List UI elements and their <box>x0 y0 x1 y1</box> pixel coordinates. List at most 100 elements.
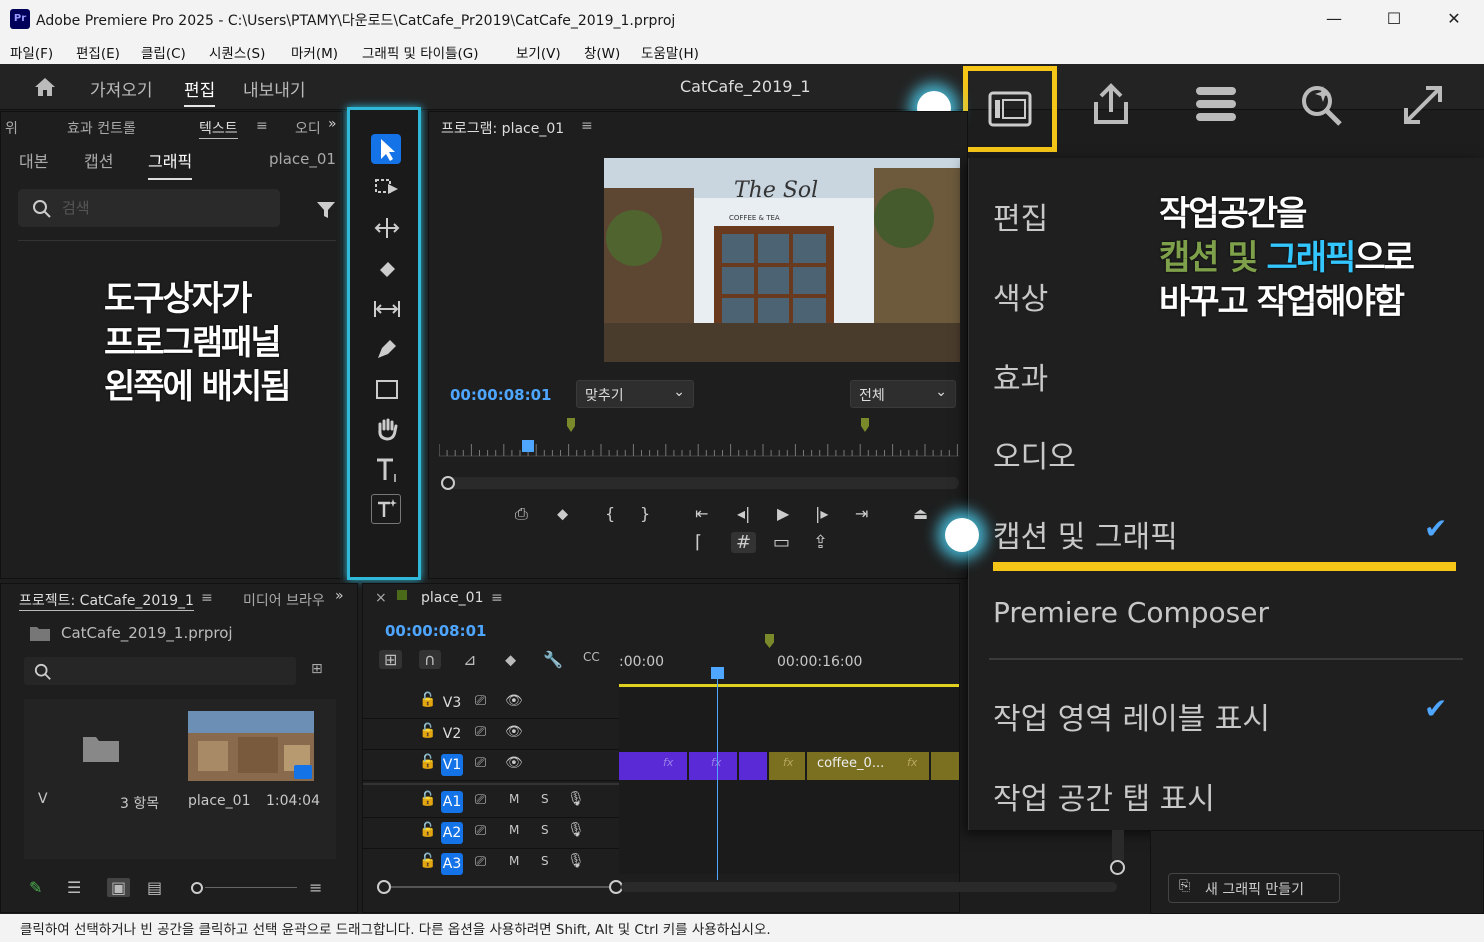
workspace-item-color[interactable]: 색상 <box>993 274 1048 318</box>
scroll-handle[interactable] <box>377 880 391 894</box>
workspaces-button[interactable] <box>963 66 1057 152</box>
slider-handle[interactable] <box>191 882 203 894</box>
tab-partial[interactable]: 위 <box>5 118 18 138</box>
vertical-scroll[interactable] <box>1110 830 1126 876</box>
video-clip-coffee[interactable]: coffee_0... fx <box>807 752 929 780</box>
panel-menu-icon[interactable]: ≡ <box>256 118 268 134</box>
list-view-icon[interactable]: ☰ <box>67 878 81 897</box>
tab-import[interactable]: 가져오기 <box>90 76 153 101</box>
video-clip[interactable]: fx <box>689 752 737 780</box>
mark-out-icon[interactable]: } <box>640 504 650 523</box>
workspace-item-captions-graphics[interactable]: 캡션 및 그래픽 <box>993 512 1178 556</box>
search-field[interactable]: 검색 <box>18 189 280 227</box>
mute-button[interactable]: M <box>509 854 519 868</box>
mic-icon[interactable]: 🎙 <box>567 791 585 807</box>
lock-icon[interactable]: 🔓 <box>419 754 436 770</box>
lock-icon[interactable]: 🔓 <box>419 853 436 869</box>
track-label[interactable]: A2 <box>441 822 463 844</box>
tab-export[interactable]: 내보내기 <box>243 76 306 101</box>
zoom-slider[interactable] <box>191 882 301 894</box>
quality-dropdown[interactable]: 전체 ⌄ <box>850 380 956 408</box>
tab-edit[interactable]: 편집 <box>184 76 216 107</box>
option-show-labels[interactable]: 작업 영역 레이블 표시 <box>993 694 1270 738</box>
linked-selection-icon[interactable]: ⊿ <box>463 650 476 669</box>
mic-icon[interactable]: 🎙 <box>567 822 585 838</box>
razor-tool-icon[interactable] <box>374 256 400 282</box>
solo-button[interactable]: S <box>541 792 549 806</box>
track-label[interactable]: V2 <box>441 723 463 745</box>
menu-graphics[interactable]: 그래픽 및 타이틀(G) <box>362 42 479 62</box>
new-bin-icon[interactable]: ⊞ <box>311 661 323 677</box>
option-show-tabs[interactable]: 작업 공간 탭 표시 <box>993 774 1215 818</box>
scroll-handle[interactable] <box>441 476 455 490</box>
quick-actions-icon[interactable] <box>1192 84 1240 128</box>
pencil-icon[interactable]: ✎ <box>29 878 42 897</box>
sync-lock-icon[interactable]: ⎚ <box>475 755 486 771</box>
scroll-handle[interactable] <box>1110 860 1125 875</box>
lift-icon[interactable]: ⏏ <box>913 504 928 523</box>
panel-menu-icon[interactable]: ≡ <box>201 590 213 606</box>
tracks-area[interactable]: fx fx fx coffee_0... fx <box>619 667 959 880</box>
rectangle-tool-icon[interactable] <box>374 378 400 402</box>
track-label[interactable]: A3 <box>441 853 463 875</box>
solo-button[interactable]: S <box>541 823 549 837</box>
close-button[interactable]: ✕ <box>1434 4 1474 34</box>
step-forward-icon[interactable]: |▸ <box>815 504 828 523</box>
search-sparkle-icon[interactable] <box>1298 82 1344 132</box>
video-clip[interactable] <box>739 752 767 780</box>
grid-icon[interactable]: # <box>731 532 757 553</box>
fullscreen-icon[interactable] <box>1400 82 1446 132</box>
new-graphic-button[interactable]: ⎘ 새 그래픽 만들기 <box>1168 873 1340 903</box>
sync-lock-icon[interactable]: ⎚ <box>475 792 486 808</box>
track-label[interactable]: V3 <box>441 692 463 714</box>
timeline-hscroll[interactable] <box>377 880 623 894</box>
mark-in-icon[interactable]: { <box>605 504 615 523</box>
subtab-captions[interactable]: 캡션 <box>84 148 113 172</box>
mute-button[interactable]: M <box>509 823 519 837</box>
home-icon[interactable] <box>33 76 57 102</box>
timeline-timecode[interactable]: 00:00:08:01 <box>385 622 487 640</box>
hand-tool-icon[interactable] <box>374 416 400 442</box>
selection-tool[interactable] <box>371 134 401 164</box>
menu-clip[interactable]: 클립(C) <box>141 42 186 62</box>
track-label[interactable]: V1 <box>441 754 463 776</box>
type-tool-icon[interactable] <box>374 456 400 484</box>
solo-button[interactable]: S <box>541 854 549 868</box>
workspace-item-effects[interactable]: 효과 <box>993 354 1048 398</box>
add-marker-icon[interactable]: ⬥ <box>505 650 516 670</box>
subtab-graphics[interactable]: 그래픽 <box>148 148 193 180</box>
captions-icon[interactable]: CC <box>583 650 600 664</box>
project-search-field[interactable] <box>24 657 296 685</box>
workspace-item-edit[interactable]: 편집 <box>993 194 1048 238</box>
share-icon[interactable] <box>1088 82 1134 132</box>
pen-tool-icon[interactable] <box>374 336 400 362</box>
ripple-edit-tool-icon[interactable] <box>374 216 400 240</box>
program-scrubber[interactable] <box>439 412 959 468</box>
eye-icon[interactable]: 👁 <box>505 724 523 740</box>
eye-icon[interactable]: 👁 <box>505 755 523 771</box>
add-marker-icon[interactable]: ⬥ <box>557 504 568 524</box>
export-icon[interactable]: ⇪ <box>813 532 828 553</box>
overflow-chevron-icon[interactable]: » <box>335 588 344 604</box>
track-select-tool-icon[interactable] <box>374 176 400 200</box>
maximize-button[interactable]: ☐ <box>1374 4 1414 34</box>
playhead[interactable] <box>717 668 718 880</box>
tab-effect-controls[interactable]: 효과 컨트롤 <box>67 118 136 138</box>
safe-margins-icon[interactable]: ⌈ <box>695 532 702 553</box>
sync-lock-icon[interactable]: ⎚ <box>475 823 486 839</box>
sync-lock-icon[interactable]: ⎚ <box>475 854 486 870</box>
go-to-in-icon[interactable]: ⇤ <box>695 504 708 523</box>
timeline-scrollbar[interactable] <box>621 882 1117 892</box>
minimize-button[interactable]: — <box>1314 4 1354 34</box>
zoom-dropdown[interactable]: 맞추기 ⌄ <box>576 380 694 408</box>
panel-menu-icon[interactable]: ≡ <box>491 590 503 606</box>
tab-media-browser[interactable]: 미디어 브라우 <box>243 590 325 610</box>
lock-icon[interactable]: 🔓 <box>419 692 436 708</box>
timeline-title[interactable]: place_01 <box>421 590 483 606</box>
step-back-icon[interactable]: ◂| <box>737 504 750 523</box>
slip-tool-icon[interactable] <box>372 298 402 320</box>
wrench-icon[interactable]: 🔧 <box>543 650 563 669</box>
menu-help[interactable]: 도움말(H) <box>641 42 699 62</box>
zoom-scrollbar[interactable] <box>441 476 959 490</box>
eye-icon[interactable]: 👁 <box>505 693 523 709</box>
